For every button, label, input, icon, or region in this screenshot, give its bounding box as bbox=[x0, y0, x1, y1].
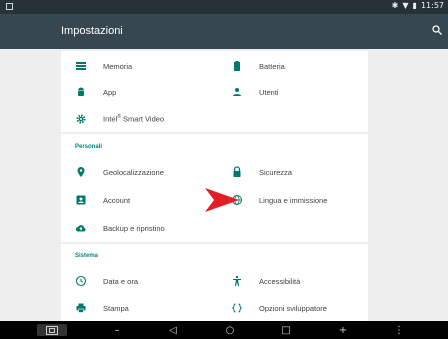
gear-icon bbox=[76, 114, 86, 124]
battery-status-icon: ▮ bbox=[412, 1, 417, 10]
screenshot-notification-icon bbox=[6, 3, 13, 10]
setting-label: Lingua e immissione bbox=[259, 195, 328, 205]
more-options-icon[interactable]: ⋮ bbox=[394, 324, 404, 336]
setting-app[interactable]: App bbox=[75, 85, 116, 99]
setting-stampa[interactable]: Stampa bbox=[75, 301, 129, 315]
setting-label: Memoria bbox=[103, 61, 133, 71]
accessibility-icon bbox=[233, 275, 241, 286]
setting-label: Sicurezza bbox=[259, 167, 292, 177]
setting-label: Opzioni sviluppatore bbox=[259, 303, 327, 313]
page-title: Impostazioni bbox=[61, 25, 123, 37]
cloud-upload-icon bbox=[75, 225, 86, 232]
setting-label: Account bbox=[103, 195, 131, 205]
app-bar: Impostazioni bbox=[0, 14, 448, 49]
setting-geolocalizzazione[interactable]: Geolocalizzazione bbox=[75, 165, 164, 179]
clock: 11:57 bbox=[420, 1, 444, 10]
setting-sicurezza[interactable]: Sicurezza bbox=[231, 165, 292, 179]
search-icon[interactable] bbox=[431, 24, 443, 36]
storage-icon bbox=[76, 62, 86, 70]
setting-label: Intel® Smart Video bbox=[103, 114, 165, 124]
setting-label: Backup e ripristino bbox=[103, 223, 165, 233]
setting-batteria[interactable]: Batteria bbox=[231, 59, 285, 73]
section-header-personali: Personali bbox=[75, 144, 103, 150]
recent-apps-icon[interactable]: □ bbox=[280, 324, 292, 336]
volume-down-icon[interactable]: – bbox=[112, 324, 122, 336]
setting-label: Data e ora bbox=[103, 276, 139, 286]
setting-label: Stampa bbox=[103, 303, 129, 313]
back-icon[interactable]: ◁ bbox=[167, 324, 179, 336]
device-settings-card: Memoria Batteria App Utenti Intel® Smart… bbox=[61, 51, 368, 132]
home-icon[interactable]: ○ bbox=[224, 324, 236, 336]
clock-icon bbox=[75, 275, 87, 287]
setting-label: Batteria bbox=[259, 61, 285, 71]
setting-backup-e-ripristino[interactable]: Backup e ripristino bbox=[75, 221, 165, 235]
navigation-bar: – ◁ ○ □ + ⋮ bbox=[0, 321, 448, 339]
android-icon bbox=[78, 87, 84, 96]
status-icons: ✱ ▼ ▮ 11:57 bbox=[392, 1, 444, 10]
screenshot-icon bbox=[46, 325, 58, 335]
setting-data-e-ora[interactable]: Data e ora bbox=[75, 274, 138, 288]
volume-up-icon[interactable]: + bbox=[337, 324, 349, 336]
person-icon bbox=[233, 88, 241, 96]
setting-label: App bbox=[103, 87, 117, 97]
section-header-sistema: Sistema bbox=[75, 253, 99, 259]
setting-memoria[interactable]: Memoria bbox=[75, 59, 132, 73]
setting-opzioni-sviluppatore[interactable]: Opzioni sviluppatore bbox=[231, 301, 327, 315]
battery-icon bbox=[234, 61, 240, 71]
lock-icon bbox=[233, 166, 241, 177]
setting-label: Geolocalizzazione bbox=[103, 167, 164, 177]
annotation-arrow-icon bbox=[205, 188, 239, 212]
location-pin-icon bbox=[77, 167, 85, 177]
wifi-icon: ▼ bbox=[402, 1, 409, 10]
status-bar: ✱ ▼ ▮ 11:57 bbox=[0, 0, 448, 14]
setting-account[interactable]: Account bbox=[75, 193, 130, 207]
setting-accessibilita[interactable]: Accessibilità bbox=[231, 274, 300, 288]
setting-label: Utenti bbox=[259, 87, 279, 97]
bluetooth-icon: ✱ bbox=[391, 1, 399, 10]
braces-icon bbox=[231, 303, 243, 313]
account-box-icon bbox=[76, 195, 86, 205]
setting-intel-smart-video[interactable]: Intel® Smart Video bbox=[75, 112, 164, 126]
setting-lingua-e-immissione[interactable]: Lingua e immissione bbox=[231, 193, 327, 207]
setting-utenti[interactable]: Utenti bbox=[231, 85, 279, 99]
system-settings-card: Sistema Data e ora Accessibilità Stampa … bbox=[61, 244, 368, 321]
printer-icon bbox=[76, 303, 86, 313]
setting-label: Accessibilità bbox=[259, 276, 301, 286]
screenshot-button[interactable] bbox=[37, 324, 67, 336]
